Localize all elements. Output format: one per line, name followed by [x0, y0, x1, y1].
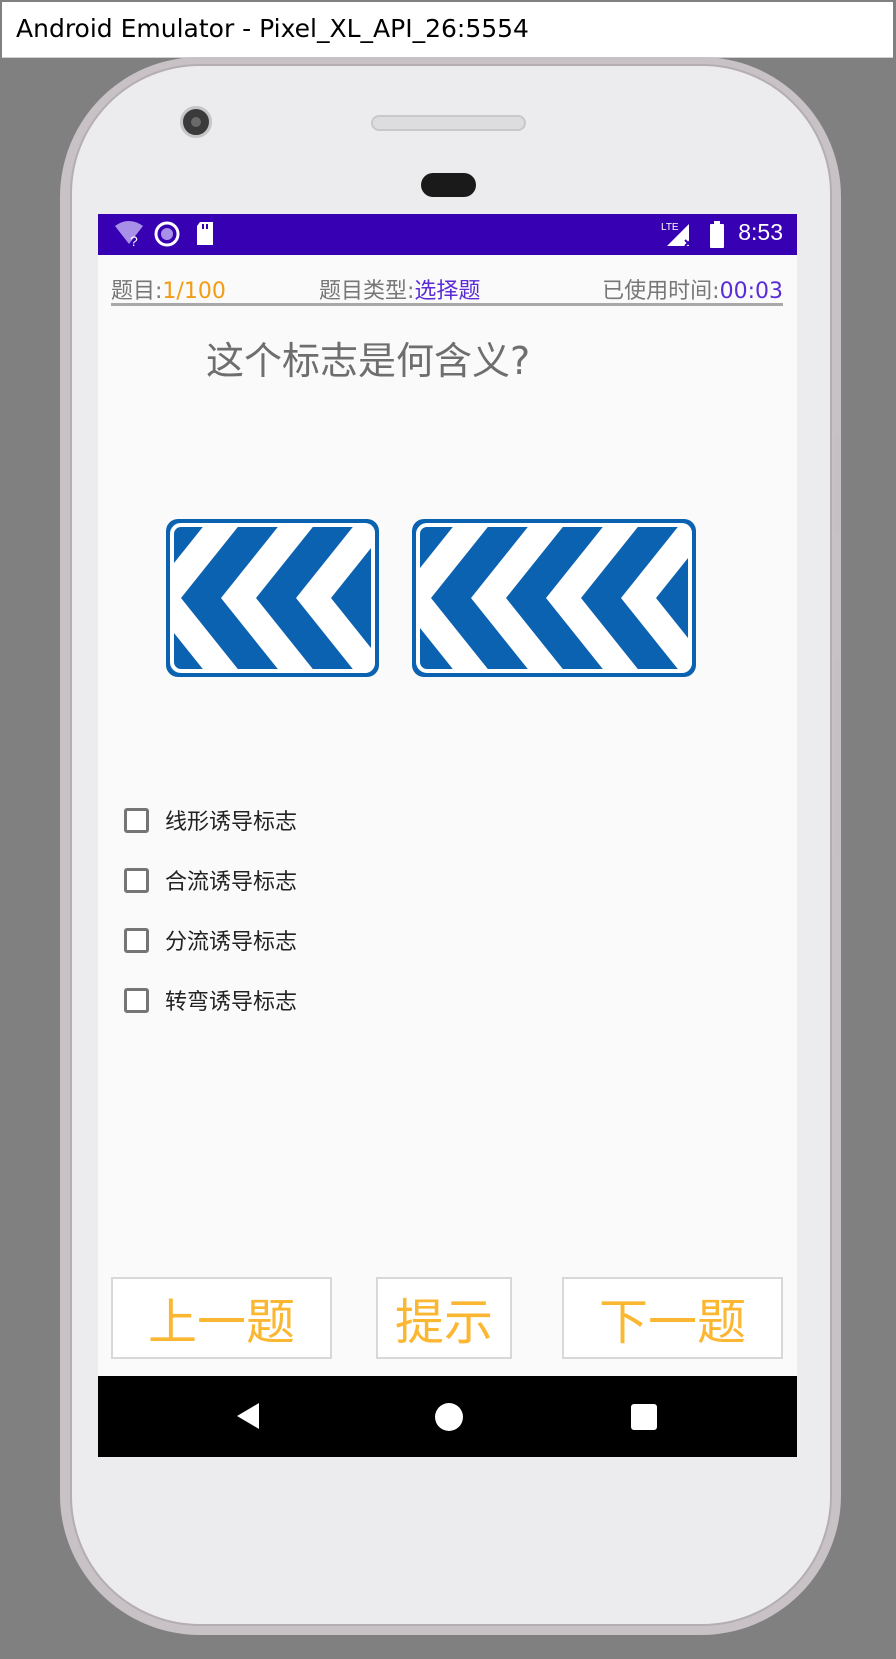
- option-item[interactable]: 分流诱导标志: [124, 910, 297, 970]
- question-type-value: 选择题: [414, 279, 481, 304]
- status-time: 8:53: [738, 219, 783, 245]
- lte-signal-icon: LTE: [661, 222, 692, 247]
- recent-apps-icon[interactable]: [631, 1404, 657, 1430]
- sd-card-icon: [197, 222, 213, 245]
- option-item[interactable]: 线形诱导标志: [124, 790, 297, 850]
- sync-circle-icon: [154, 221, 180, 247]
- home-icon[interactable]: [435, 1403, 463, 1431]
- battery-icon: [710, 221, 724, 248]
- question-info-bar: 题目:1/100 题目类型:选择题 已使用时间:00:03: [111, 269, 783, 306]
- proximity-sensor: [421, 173, 476, 197]
- option-item[interactable]: 合流诱导标志: [124, 850, 297, 910]
- elapsed-time: 已使用时间:00:03: [602, 273, 783, 305]
- prev-question-button[interactable]: 上一题: [111, 1277, 332, 1359]
- navigation-bar: [98, 1376, 797, 1457]
- status-bar: ? LTE 8:53: [98, 214, 797, 255]
- svg-text:LTE: LTE: [661, 222, 679, 233]
- option-label: 线形诱导标志: [165, 810, 298, 835]
- elapsed-time-label: 已使用时间:: [602, 279, 720, 304]
- power-button[interactable]: [834, 435, 840, 533]
- device-screen: ? LTE 8:53 题目:1/100 题目类型:选择题 已使用时间:00:03…: [98, 214, 797, 1457]
- option-item[interactable]: 转弯诱导标志: [124, 970, 297, 1030]
- option-label: 转弯诱导标志: [165, 990, 298, 1015]
- question-image: [166, 519, 698, 681]
- next-question-button[interactable]: 下一题: [562, 1277, 783, 1359]
- option-checkbox[interactable]: [124, 987, 149, 1013]
- hint-button[interactable]: 提示: [376, 1277, 512, 1359]
- front-camera: [180, 106, 212, 138]
- svg-text:?: ?: [130, 233, 138, 248]
- window-titlebar: Android Emulator - Pixel_XL_API_26:5554: [2, 2, 893, 58]
- earpiece-speaker: [371, 115, 526, 131]
- chevron-left-sign-icon: [166, 519, 696, 677]
- option-checkbox[interactable]: [124, 807, 149, 833]
- question-text: 这个标志是何含义?: [206, 339, 531, 383]
- option-checkbox[interactable]: [124, 867, 149, 893]
- option-label: 分流诱导标志: [165, 930, 298, 955]
- option-checkbox[interactable]: [124, 927, 149, 953]
- back-icon[interactable]: [237, 1403, 259, 1429]
- wifi-unknown-icon: ?: [115, 221, 143, 248]
- question-progress: 1/100: [162, 279, 226, 304]
- window-title: Android Emulator - Pixel_XL_API_26:5554: [16, 14, 529, 43]
- elapsed-time-value: 00:03: [719, 279, 783, 304]
- question-type-label: 题目类型:: [319, 279, 415, 304]
- answer-options: 线形诱导标志 合流诱导标志 分流诱导标志 转弯诱导标志: [124, 790, 297, 1030]
- question-type: 题目类型:选择题: [319, 273, 480, 305]
- question-counter: 题目:1/100: [111, 273, 226, 305]
- question-counter-label: 题目:: [111, 279, 163, 304]
- option-label: 合流诱导标志: [165, 870, 298, 895]
- volume-button[interactable]: [834, 658, 840, 858]
